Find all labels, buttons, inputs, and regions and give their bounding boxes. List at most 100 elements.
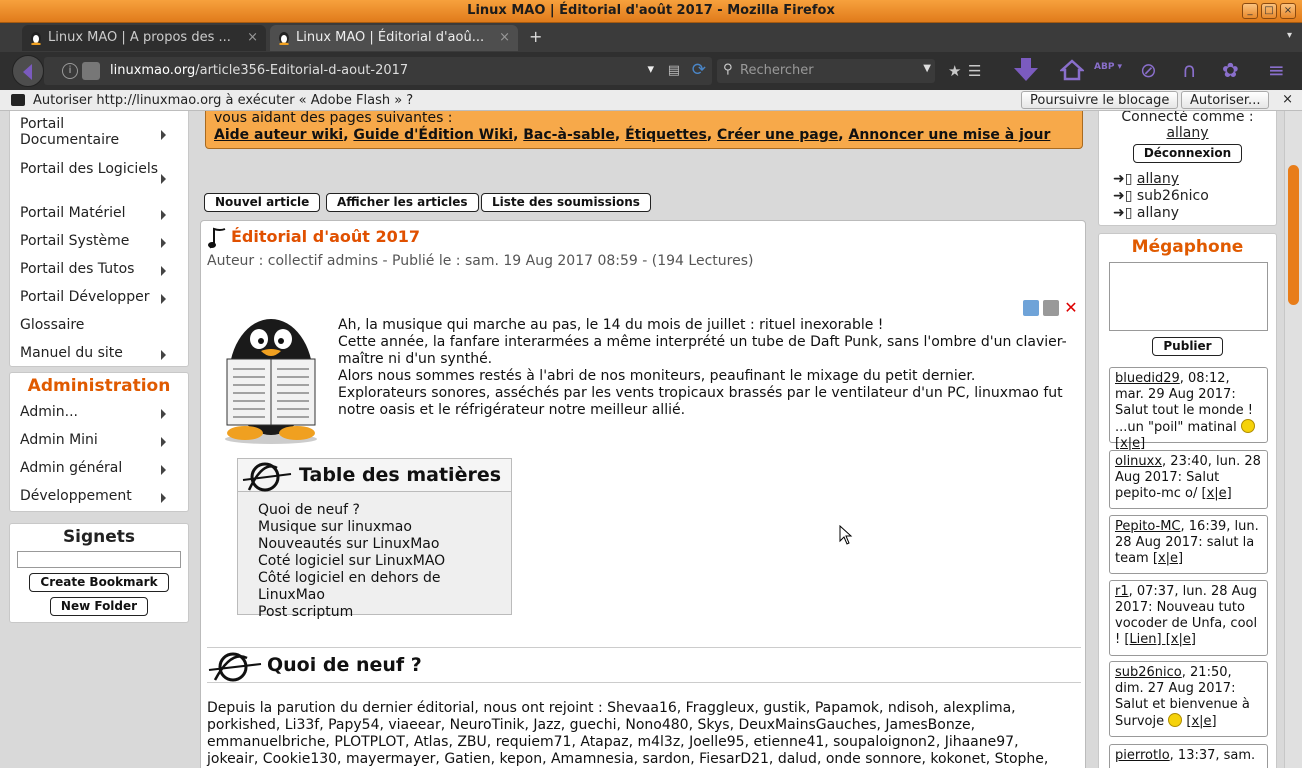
mouse-cursor-icon (839, 525, 853, 545)
tab-editorial[interactable]: Linux MAO | Éditorial d'aoû... × (270, 25, 518, 51)
new-folder-button[interactable]: New Folder (49, 597, 149, 616)
reload-icon[interactable]: ⟳ (692, 60, 706, 80)
allow-flash-button[interactable]: Autoriser... (1181, 91, 1270, 109)
login-icon: ➜▯ (1113, 205, 1137, 221)
submenu-arrow-icon (161, 266, 166, 276)
show-articles-button[interactable]: Afficher les articles (326, 193, 479, 212)
link-creer-page[interactable]: Créer une page (717, 127, 838, 143)
menu-portail-systeme[interactable]: Portail Système (10, 229, 188, 257)
message-author[interactable]: sub26nico (1115, 665, 1182, 680)
menu-portail-tutos[interactable]: Portail des Tutos (10, 257, 188, 285)
edit-article-icon[interactable] (1023, 300, 1039, 316)
megaphone-message: bluedid29, 08:12, mar. 29 Aug 2017: Salu… (1109, 367, 1268, 451)
flash-plugin-icon[interactable]: ▾ (647, 62, 654, 77)
message-actions[interactable]: [x|e] (1186, 714, 1216, 729)
toc-link[interactable]: Coté logiciel sur LinuxMAO (258, 553, 511, 570)
search-engine-dropdown-icon[interactable]: ▼ (923, 63, 931, 74)
menu-admin-mini[interactable]: Admin Mini (10, 428, 188, 456)
menu-admin-general[interactable]: Admin général (10, 456, 188, 484)
tab-about[interactable]: Linux MAO | A propos des ... × (22, 25, 266, 51)
create-bookmark-button[interactable]: Create Bookmark (29, 573, 169, 592)
delete-icon[interactable]: ✕ (1063, 300, 1079, 316)
message-actions[interactable]: [x|e] (1115, 436, 1145, 451)
search-placeholder: Rechercher (740, 63, 814, 78)
link-annoncer-mise-a-jour[interactable]: Annoncer une mise à jour (848, 127, 1050, 143)
menu-portail-developper[interactable]: Portail Développer (10, 285, 188, 313)
close-window-button[interactable]: × (1280, 3, 1296, 19)
hamburger-menu-icon[interactable]: ≡ (1268, 58, 1285, 82)
minimize-button[interactable]: _ (1242, 3, 1258, 19)
message-author[interactable]: Pepito-MC (1115, 519, 1181, 534)
connected-user-link[interactable]: allany (1099, 125, 1276, 141)
submissions-list-button[interactable]: Liste des soumissions (481, 193, 651, 212)
online-user[interactable]: ➜▯ allany (1113, 205, 1276, 222)
window-title: Linux MAO | Éditorial d'août 2017 - Mozi… (467, 3, 835, 18)
bookmarks-title: Signets (62, 527, 136, 547)
bookmark-star-icon[interactable]: ★ (948, 62, 961, 80)
menu-glossaire[interactable]: Glossaire (10, 313, 188, 341)
tux-newspaper-image (225, 319, 317, 444)
search-bar[interactable]: ⚲ Rechercher ▼ (717, 59, 935, 83)
toc-link[interactable]: Musique sur linuxmao (258, 519, 511, 536)
reader-view-icon[interactable]: ▤ (668, 63, 680, 78)
message-author[interactable]: bluedid29 (1115, 371, 1180, 386)
message-actions[interactable]: [x|e] (1202, 486, 1232, 501)
online-user[interactable]: ➜▯ allany (1113, 171, 1276, 188)
toc-link[interactable]: Côté logiciel en dehors de LinuxMao (258, 570, 511, 604)
message-actions[interactable]: [x|e] (1153, 551, 1183, 566)
menu-portail-documentaire[interactable]: Portail Documentaire (10, 112, 188, 157)
toc-link[interactable]: Post scriptum (258, 604, 511, 621)
back-arrow-icon (23, 64, 32, 80)
logout-button[interactable]: Déconnexion (1132, 144, 1243, 163)
menu-developpement[interactable]: Développement (10, 484, 188, 512)
downloads-icon[interactable] (1012, 57, 1040, 83)
intro-line: Explorateurs sonores, asséchés par les v… (338, 385, 1063, 418)
continue-blocking-button[interactable]: Poursuivre le blocage (1021, 91, 1179, 109)
adblock-icon[interactable]: ABP ▾ (1094, 62, 1122, 72)
new-tab-button[interactable]: + (529, 27, 542, 46)
url-bar[interactable]: i linuxmao.org/article356-Editorial-d-ao… (44, 57, 712, 85)
home-icon[interactable] (1060, 59, 1084, 81)
article-title[interactable]: Éditorial d'août 2017 (231, 227, 420, 246)
menu-manuel-site[interactable]: Manuel du site (10, 341, 188, 369)
page-scrollbar[interactable] (1284, 111, 1302, 768)
online-user[interactable]: ➜▯ sub26nico (1113, 188, 1276, 205)
table-of-contents: Table des matières Quoi de neuf ? Musiqu… (237, 458, 512, 620)
submenu-arrow-icon (161, 409, 166, 419)
close-tab-icon[interactable]: × (499, 30, 510, 45)
user-box: Connecté comme : allany Déconnexion ➜▯ a… (1098, 111, 1277, 226)
menu-admin[interactable]: Admin... (10, 400, 188, 428)
print-icon[interactable] (1043, 300, 1059, 316)
publish-button[interactable]: Publier (1152, 337, 1223, 356)
headphones-icon[interactable]: ∩ (1182, 58, 1197, 82)
scrollbar-thumb[interactable] (1288, 165, 1299, 305)
link-etiquettes[interactable]: Étiquettes (625, 127, 707, 143)
close-notification-icon[interactable]: × (1282, 92, 1293, 107)
new-article-button[interactable]: Nouvel article (204, 193, 321, 212)
site-info-icon[interactable]: i (62, 63, 78, 79)
menu-portail-materiel[interactable]: Portail Matériel (10, 201, 188, 229)
message-author[interactable]: pierrotlo (1115, 748, 1170, 763)
back-button[interactable] (12, 55, 44, 87)
noscript-icon[interactable]: ⊘ (1140, 58, 1157, 82)
addon-icon[interactable]: ✿ (1222, 58, 1239, 82)
submenu-arrow-icon (161, 129, 166, 140)
toc-link[interactable]: Quoi de neuf ? (258, 502, 511, 519)
megaphone-textarea[interactable] (1109, 262, 1268, 331)
bookmarks-list-icon[interactable]: ☰ (968, 62, 981, 80)
wiki-help-notice: vous aidant des pages suivantes : Aide a… (205, 111, 1083, 149)
maximize-button[interactable]: □ (1261, 3, 1277, 19)
message-author[interactable]: r1 (1115, 584, 1129, 599)
link-bac-a-sable[interactable]: Bac-à-sable (523, 127, 615, 143)
notice-links: Aide auteur wiki, Guide d'Édition Wiki, … (214, 127, 1051, 143)
toc-link[interactable]: Nouveautés sur LinuxMao (258, 536, 511, 553)
menu-portail-logiciels[interactable]: Portail des Logiciels (10, 157, 188, 201)
message-actions[interactable]: [Lien] [x|e] (1124, 632, 1196, 647)
list-tabs-icon[interactable]: ▾ (1287, 30, 1292, 41)
bookmark-name-input[interactable] (17, 551, 181, 568)
message-author[interactable]: olinuxx (1115, 454, 1162, 469)
link-guide-edition-wiki[interactable]: Guide d'Édition Wiki (353, 127, 513, 143)
link-aide-auteur-wiki[interactable]: Aide auteur wiki (214, 127, 343, 143)
close-tab-icon[interactable]: × (247, 30, 258, 45)
url-text[interactable]: linuxmao.org/article356-Editorial-d-aout… (110, 63, 408, 78)
